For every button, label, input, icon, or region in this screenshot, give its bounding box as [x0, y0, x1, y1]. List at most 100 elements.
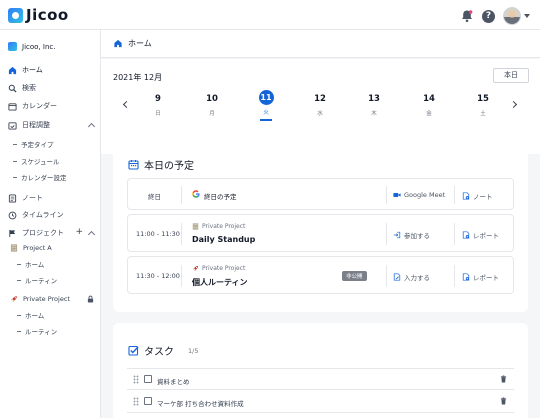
trash-icon[interactable]	[500, 375, 507, 383]
day-number: 12	[314, 94, 326, 104]
calendar-icon	[8, 102, 17, 111]
calendar-check-icon	[8, 121, 17, 130]
sidebar-item-projects[interactable]: プロジェクト +	[8, 227, 96, 239]
main-content: ホーム 2021年 12月 本日 9日 10 月 11 火 12 水 13 木 14 金 …	[101, 30, 540, 418]
sidebar-private-project[interactable]: Private Project	[10, 293, 94, 305]
chevron-right-icon[interactable]	[509, 100, 518, 109]
sidebar-item-search[interactable]: 検索	[8, 82, 36, 94]
divider	[386, 265, 387, 287]
jicoo-logo[interactable]: Jicoo	[8, 6, 69, 24]
drag-handle-icon[interactable]	[133, 397, 139, 406]
chevron-up-icon[interactable]	[87, 230, 96, 239]
sidebar-item-home[interactable]: ホーム	[8, 64, 43, 76]
day-11-selected[interactable]: 11 火	[251, 90, 281, 121]
link-label: Google Meet	[404, 191, 446, 199]
sidebar-subitem-event-types[interactable]: 予定タイプ	[13, 139, 54, 149]
task-title: マーケ部 打ち合わせ資料作成	[157, 400, 244, 408]
event-name: 個人ルーティン	[192, 278, 248, 287]
sidebar-subitem-calendar-settings[interactable]: カレンダー設定	[13, 172, 67, 182]
report-link[interactable]: レポート	[462, 272, 499, 282]
sidebar-subitem-project-a-routine[interactable]: ルーティン	[17, 275, 57, 285]
document-icon	[192, 223, 199, 230]
divider	[181, 186, 182, 204]
day-number: 11	[258, 90, 274, 105]
day-weekday: 金	[426, 111, 432, 117]
sidebar-item-scheduling[interactable]: 日程調整	[8, 119, 96, 131]
event-name: Daily Standup	[192, 235, 256, 244]
sidebar-subitem-label: スケジュール	[21, 158, 60, 166]
day-13[interactable]: 13 木	[359, 92, 389, 117]
day-weekday: 日	[155, 111, 161, 117]
day-9[interactable]: 9日	[143, 92, 173, 117]
chevron-left-icon[interactable]	[122, 100, 131, 109]
report-link[interactable]: レポート	[462, 230, 499, 240]
google-icon	[192, 190, 200, 198]
sidebar-project-a[interactable]: Project A	[10, 242, 52, 254]
bell-icon[interactable]	[460, 9, 474, 23]
rocket-icon	[11, 296, 17, 302]
trash-icon[interactable]	[500, 397, 507, 405]
chevron-down-icon[interactable]	[524, 14, 530, 18]
input-link[interactable]: 入力する	[393, 272, 430, 282]
google-meet-link[interactable]: Google Meet	[393, 191, 445, 199]
day-12[interactable]: 12 水	[305, 92, 335, 117]
clock-icon	[8, 211, 17, 219]
task-row[interactable]: マーケ部 打ち合わせ資料作成	[127, 391, 514, 413]
sidebar-item-notes[interactable]: ノート	[8, 192, 43, 204]
sidebar-item-timeline[interactable]: タイムライン	[8, 209, 64, 221]
private-badge: 非公開	[342, 271, 367, 281]
sidebar-subitem-private-routine[interactable]: ルーティン	[17, 326, 57, 336]
month-label: 2021年 12月	[113, 73, 163, 82]
task-checkbox[interactable]	[144, 397, 152, 405]
card-title-text: タスク	[144, 347, 174, 358]
sidebar-subitem-label: ルーティン	[25, 328, 58, 336]
tasks-count: 1/5	[188, 346, 199, 355]
day-number: 10	[206, 94, 218, 104]
allday-row[interactable]: 終日 終日の予定 Google Meet ノート	[127, 178, 514, 210]
sidebar-item-label: ノート	[22, 194, 43, 202]
tasks-card-title: タスク 1/5	[128, 343, 198, 358]
calendar-icon	[128, 160, 139, 170]
sidebar-item-calendar[interactable]: カレンダー	[8, 100, 57, 112]
link-label: レポート	[473, 232, 499, 240]
allday-label: 終日	[148, 193, 161, 201]
project-name: Private Project	[23, 295, 70, 303]
sidebar-subitem-label: ルーティン	[25, 277, 58, 285]
sidebar-subitem-project-a-home[interactable]: ホーム	[17, 259, 44, 269]
schedule-card-title: 本日の予定	[128, 157, 194, 172]
today-button[interactable]: 本日	[493, 68, 529, 83]
link-label: レポート	[473, 274, 499, 282]
chevron-up-icon[interactable]	[87, 122, 96, 131]
sidebar-subitem-private-home[interactable]: ホーム	[17, 310, 44, 320]
day-10[interactable]: 10 月	[197, 92, 227, 117]
drag-handle-icon[interactable]	[133, 375, 139, 384]
link-label: 入力する	[404, 274, 430, 282]
card-title-text: 本日の予定	[144, 161, 194, 172]
avatar[interactable]	[503, 7, 521, 25]
day-15[interactable]: 15 土	[468, 92, 498, 117]
day-14[interactable]: 14 金	[414, 92, 444, 117]
day-weekday: 土	[480, 111, 486, 117]
join-link[interactable]: 参加する	[393, 230, 430, 240]
day-number: 15	[477, 94, 489, 104]
event-row[interactable]: 11:30 - 12:00 Private Project 個人ルーティン 非公…	[127, 256, 514, 294]
link-label: 参加する	[404, 232, 430, 240]
sidebar-subitem-label: ホーム	[25, 312, 45, 320]
day-weekday: 木	[371, 111, 377, 117]
page-title: ホーム	[128, 39, 152, 48]
note-add-icon	[462, 273, 470, 281]
edit-document-icon	[393, 273, 401, 281]
org-switcher[interactable]: Jicoo, Inc.	[8, 42, 55, 51]
note-link[interactable]: ノート	[462, 191, 493, 201]
divider	[181, 265, 182, 287]
task-checkbox[interactable]	[144, 375, 152, 383]
add-project-icon[interactable]: +	[75, 227, 83, 237]
sidebar-subitem-schedules[interactable]: スケジュール	[13, 156, 60, 166]
flag-icon	[9, 229, 16, 237]
link-label: ノート	[473, 193, 493, 201]
task-row[interactable]: 資料まとめ	[127, 368, 514, 390]
event-row[interactable]: 11:00 - 11:30 Private Project Daily Stan…	[127, 214, 514, 252]
schedule-card: 本日の予定 終日 終日の予定 Google Meet ノート 11:00 - 1…	[113, 138, 528, 312]
divider	[181, 223, 182, 245]
help-icon[interactable]: ?	[482, 9, 495, 23]
